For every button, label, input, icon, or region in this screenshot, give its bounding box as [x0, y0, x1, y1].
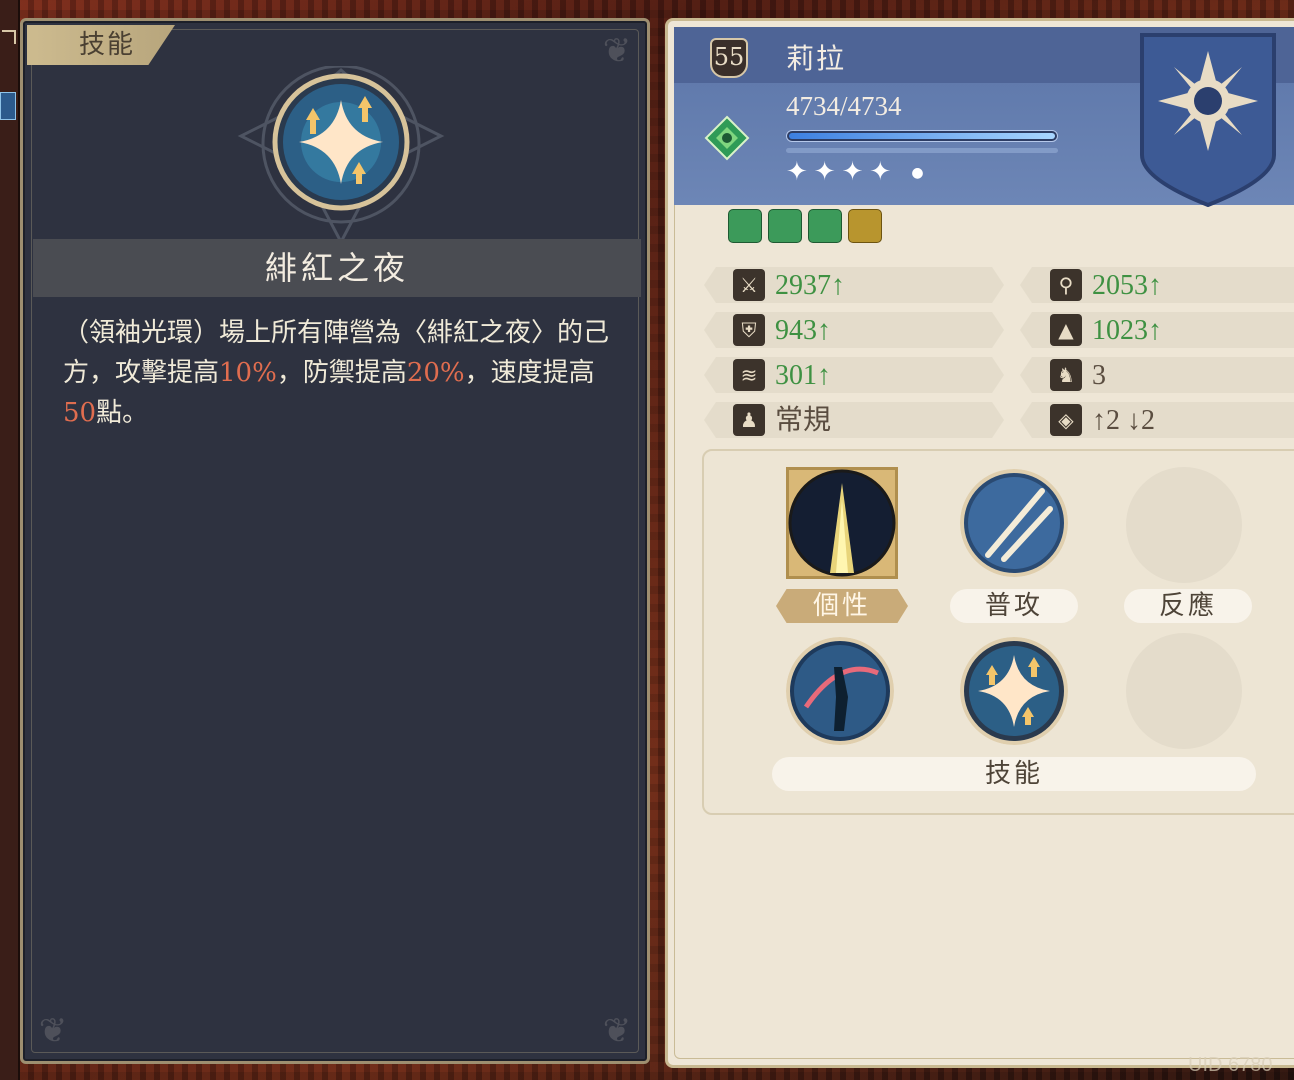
skill-title: 緋紅之夜	[33, 239, 641, 297]
desc-highlight: 20%	[406, 358, 465, 388]
skill-description: （領袖光環）場上所有陣營為〈緋紅之夜〉的己方，攻擊提高10%，防禦提高20%，速…	[63, 313, 619, 433]
level-badge: 55	[710, 38, 748, 78]
stat-speed: 301↑	[775, 360, 831, 391]
stat-up-arrow: ↑	[1148, 315, 1162, 346]
personality-label[interactable]: 個性	[776, 589, 908, 623]
skill-crimson-night-icon[interactable]	[960, 637, 1068, 745]
hp-text: 4734/4734	[786, 91, 902, 121]
character-panel: 55 莉拉 4734/4734 ✦✦✦✦ ● ⚔ 2937↑ ⚲ 2053↑ ⛨…	[665, 18, 1294, 1068]
hp-bar	[786, 130, 1058, 142]
shield-icon: ⛨	[733, 314, 765, 346]
corner-ornament-icon: ❦	[602, 1011, 632, 1051]
range-icon: ◈	[1050, 404, 1082, 436]
normal-attack-skill-icon[interactable]	[960, 469, 1068, 577]
corner-ornament-icon: ❦	[38, 1011, 68, 1051]
star-dot-icon: ●	[911, 165, 930, 181]
desc-text: ，速度提高	[464, 358, 595, 388]
trait-cross-swords-icon[interactable]	[848, 209, 882, 243]
reaction-label[interactable]: 反應	[1124, 589, 1252, 623]
stars-text: ✦✦✦✦	[786, 157, 898, 187]
sub-bar	[786, 148, 1058, 153]
staff-icon: ⚲	[1050, 269, 1082, 301]
stat-type: 常規	[775, 405, 832, 436]
corner-ornament-icon: ❦	[602, 31, 632, 71]
stat-attack: 2937↑	[775, 270, 845, 301]
stat-range: ↑2 ↓2	[1092, 405, 1155, 436]
stat-movement: 3	[1092, 360, 1106, 391]
personality-skill-icon[interactable]	[788, 469, 896, 577]
trait-crowd-icon[interactable]	[728, 209, 762, 243]
normal-attack-label[interactable]: 普攻	[950, 589, 1078, 623]
trait-fist-icon[interactable]	[768, 209, 802, 243]
stat-up-arrow: ↑	[1148, 270, 1162, 301]
star-rating: ✦✦✦✦ ●	[786, 157, 930, 187]
stat-defense: 943↑	[775, 315, 831, 346]
skill-detail-panel: 技能 ❦ ❦ ❦ 緋紅之夜 （領袖光環）場上所有陣營為〈緋紅之夜〉的己方，攻擊提…	[20, 18, 650, 1064]
stat-up-arrow: ↑	[817, 360, 831, 391]
trait-sword-up-icon[interactable]	[808, 209, 842, 243]
wing-icon: ≋	[733, 359, 765, 391]
left-edge-strip	[0, 0, 20, 1080]
boot-icon: ♞	[1050, 359, 1082, 391]
blue-badge-icon	[0, 92, 16, 120]
stat-up-arrow: ↑	[817, 315, 831, 346]
desc-highlight: 50	[63, 398, 97, 428]
passive-skill-icon[interactable]	[786, 637, 894, 745]
desc-highlight: 10%	[219, 358, 277, 388]
skill-emblem-icon	[237, 66, 445, 246]
character-name: 莉拉	[786, 42, 847, 75]
skill-label[interactable]: 技能	[772, 757, 1256, 791]
desc-text: 點。	[96, 398, 149, 428]
stat-magic-defense: 1023↑	[1092, 315, 1162, 346]
wizard-hat-icon: ▲	[1050, 314, 1082, 346]
sword-icon: ⚔	[733, 269, 765, 301]
desc-text: ，防禦提高	[276, 358, 407, 388]
element-gem-icon	[704, 115, 750, 161]
stat-up-arrow: ↑	[831, 270, 845, 301]
hp-bar-fill	[789, 133, 1055, 139]
sun-crest-icon	[1140, 33, 1276, 207]
empty-skill-slot-icon[interactable]	[1126, 633, 1242, 749]
bracket-icon	[2, 30, 16, 44]
reaction-empty-slot-icon[interactable]	[1126, 467, 1242, 583]
stat-magic-attack: 2053↑	[1092, 270, 1162, 301]
character-header: 55 莉拉 4734/4734 ✦✦✦✦ ●	[674, 27, 1294, 207]
pawn-icon: ♟	[733, 404, 765, 436]
uid-label: UID 6780	[1188, 1054, 1273, 1076]
